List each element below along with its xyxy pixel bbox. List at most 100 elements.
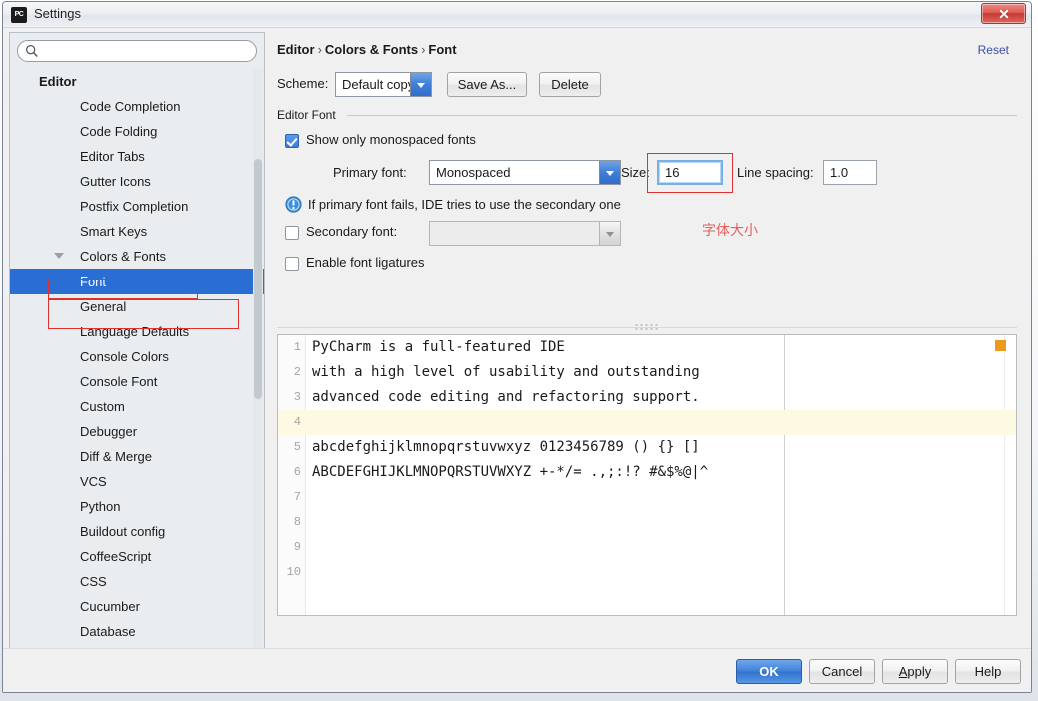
tree-item-gutter-icons[interactable]: Gutter Icons — [10, 169, 264, 194]
tree-item-font[interactable]: Font — [10, 269, 264, 294]
tree-item-smart-keys[interactable]: Smart Keys — [10, 219, 264, 244]
tree-item-coffeescript[interactable]: CoffeeScript — [10, 544, 264, 569]
annotation-size-note: 字体大小 — [702, 223, 758, 239]
breadcrumb-separator-2: › — [421, 42, 426, 57]
ok-button[interactable]: OK — [736, 659, 802, 684]
tree-scrollbar-thumb[interactable] — [254, 159, 262, 399]
ligatures-checkbox[interactable] — [285, 257, 299, 271]
chevron-down-icon[interactable] — [599, 222, 620, 245]
primary-font-combobox[interactable]: Monospaced — [429, 160, 621, 185]
tree-item-label: Font — [80, 274, 107, 289]
tree-item-cucumber[interactable]: Cucumber — [10, 594, 264, 619]
breadcrumb-separator-1: › — [317, 42, 322, 57]
tree-item-css[interactable]: CSS — [10, 569, 264, 594]
tree-item-label: Console Font — [80, 374, 158, 389]
primary-font-label: Primary font: — [333, 165, 407, 180]
chevron-down-icon[interactable] — [410, 73, 431, 96]
show-monospaced-label: Show only monospaced fonts — [306, 132, 476, 147]
help-button[interactable]: Help — [955, 659, 1021, 684]
breadcrumb-colors-fonts[interactable]: Colors & Fonts — [325, 42, 418, 57]
line-spacing-input[interactable] — [823, 160, 877, 185]
chevron-down-icon[interactable] — [54, 253, 64, 259]
tree-item-vcs[interactable]: VCS — [10, 469, 264, 494]
preview-line-number: 1 — [293, 340, 301, 354]
show-monospaced-checkbox[interactable] — [285, 134, 299, 148]
preview-line: 6 ABCDEFGHIJKLMNOPQRSTUVWXYZ +-*/= .,;:!?… — [278, 460, 1016, 485]
tree-item-label: Colors & Fonts — [80, 249, 166, 264]
settings-tree[interactable]: Editor Code Completion Code Folding Editor … — [10, 69, 264, 649]
chevron-down-icon[interactable] — [599, 161, 620, 184]
tree-item-python[interactable]: Python — [10, 494, 264, 519]
ligatures-label: Enable font ligatures — [306, 255, 425, 270]
close-icon[interactable] — [981, 3, 1026, 24]
search-input[interactable] — [17, 40, 257, 62]
preview-line-number: 9 — [293, 540, 301, 554]
secondary-font-hint: If primary font fails, IDE tries to use … — [308, 197, 621, 212]
save-as-button[interactable]: Save As... — [447, 72, 527, 97]
scheme-combobox[interactable]: Default copy — [335, 72, 432, 97]
size-input[interactable] — [657, 160, 723, 185]
tree-item-buildout-config[interactable]: Buildout config — [10, 519, 264, 544]
font-preview-pane[interactable]: 1 PyCharm is a full-featured IDE 2 with a h… — [277, 334, 1017, 616]
tree-item-debugger[interactable]: Debugger — [10, 419, 264, 444]
preview-line-number: 4 — [293, 415, 301, 429]
info-icon — [285, 196, 302, 213]
settings-content-panel: Editor › Colors & Fonts › Font Reset Scheme:… — [271, 32, 1025, 650]
group-divider — [347, 115, 1017, 116]
breadcrumb: Editor › Colors & Fonts › Font — [277, 42, 457, 57]
preview-splitter[interactable] — [277, 322, 1017, 332]
preview-line: 3 advanced code editing and refactoring s… — [278, 385, 1016, 410]
tree-item-label: General — [80, 299, 127, 314]
tree-item-label: CSS — [80, 574, 107, 589]
tree-item-general[interactable]: General — [10, 294, 264, 319]
preview-line: 2 with a high level of usability and outs… — [278, 360, 1016, 385]
secondary-font-combobox[interactable] — [429, 221, 621, 246]
tree-item-colors-fonts[interactable]: Colors & Fonts — [10, 244, 264, 269]
breadcrumb-font[interactable]: Font — [428, 42, 456, 57]
preview-line-number: 3 — [293, 390, 301, 404]
tree-item-label: Code Folding — [80, 124, 158, 139]
tree-item-label: Cucumber — [80, 599, 140, 614]
scheme-label: Scheme: — [277, 76, 329, 91]
preview-line-number: 7 — [293, 490, 301, 504]
reset-link[interactable]: Reset — [978, 43, 1009, 57]
preview-line-text: advanced code editing and refactoring su… — [312, 389, 700, 405]
splitter-grip[interactable] — [634, 323, 660, 331]
breadcrumb-editor[interactable]: Editor — [277, 42, 315, 57]
preview-line: 9 — [278, 535, 1016, 560]
tree-item-label: Postfix Completion — [80, 199, 189, 214]
tree-item-label: Editor Tabs — [80, 149, 145, 164]
window-title: Settings — [34, 6, 81, 21]
apply-rest: pply — [907, 664, 932, 679]
tree-scrollbar[interactable] — [253, 69, 263, 648]
preview-line-text: with a high level of usability and outst… — [312, 364, 700, 380]
tree-item-diff-merge[interactable]: Diff & Merge — [10, 444, 264, 469]
tree-item-console-colors[interactable]: Console Colors — [10, 344, 264, 369]
tree-item-code-completion[interactable]: Code Completion — [10, 94, 264, 119]
preview-line: 1 PyCharm is a full-featured IDE — [278, 335, 1016, 360]
secondary-font-checkbox[interactable] — [285, 226, 299, 240]
tree-item-label: Gutter Icons — [80, 174, 151, 189]
preview-line: 8 — [278, 510, 1016, 535]
tree-item-label: Debugger — [80, 424, 138, 439]
tree-item-editor[interactable]: Editor — [10, 69, 264, 94]
cancel-button[interactable]: Cancel — [809, 659, 875, 684]
tree-item-console-font[interactable]: Console Font — [10, 369, 264, 394]
title-bar: PC Settings — [3, 2, 1031, 28]
apply-button[interactable]: Apply — [882, 659, 948, 684]
window-frame: PC Settings Editor Code Completion Code Fo… — [2, 1, 1032, 693]
delete-button[interactable]: Delete — [539, 72, 601, 97]
tree-item-label: Language Defaults — [80, 324, 190, 339]
tree-item-postfix-completion[interactable]: Postfix Completion — [10, 194, 264, 219]
tree-item-label: Code Completion — [80, 99, 181, 114]
tree-item-code-folding[interactable]: Code Folding — [10, 119, 264, 144]
tree-item-editor-tabs[interactable]: Editor Tabs — [10, 144, 264, 169]
preview-line: 4 — [278, 410, 1016, 435]
secondary-font-label: Secondary font: — [306, 224, 398, 239]
tree-item-custom[interactable]: Custom — [10, 394, 264, 419]
tree-item-database[interactable]: Database — [10, 619, 264, 644]
primary-font-value: Monospaced — [436, 165, 511, 180]
preview-line: 10 — [278, 560, 1016, 585]
tree-item-language-defaults[interactable]: Language Defaults — [10, 319, 264, 344]
preview-line: 5 abcdefghijklmnopqrstuvwxyz 0123456789 (… — [278, 435, 1016, 460]
